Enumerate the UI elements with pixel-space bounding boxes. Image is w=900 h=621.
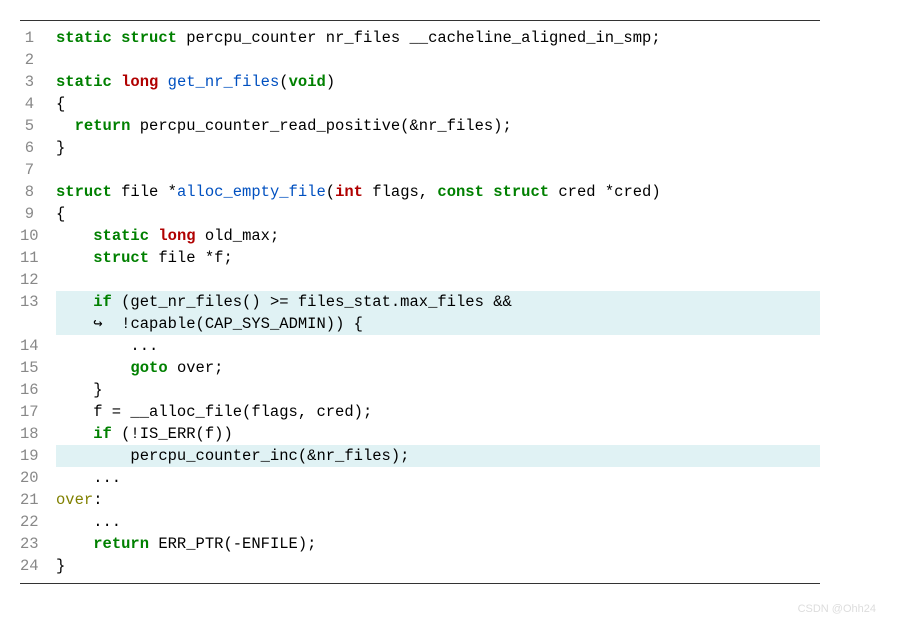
code-line: 5 return percpu_counter_read_positive(&n… [20,115,820,137]
code-content: struct file *f; [56,247,820,269]
line-number: 6 [20,137,56,159]
code-line: 15 goto over; [20,357,820,379]
line-number: 14 [20,335,56,357]
line-number: 23 [20,533,56,555]
line-number [20,313,56,335]
code-line: 18 if (!IS_ERR(f)) [20,423,820,445]
code-listing: 1static struct percpu_counter nr_files _… [20,20,820,584]
code-content: { [56,203,820,225]
code-line: 9{ [20,203,820,225]
code-content: } [56,555,820,577]
code-content: ... [56,511,820,533]
code-line: 12 [20,269,820,291]
code-line: 13 if (get_nr_files() >= files_stat.max_… [20,291,820,313]
line-number: 20 [20,467,56,489]
code-content: static struct percpu_counter nr_files __… [56,27,820,49]
code-content [56,159,820,181]
line-number: 5 [20,115,56,137]
code-content: { [56,93,820,115]
code-line: 22 ... [20,511,820,533]
code-line: 8struct file *alloc_empty_file(int flags… [20,181,820,203]
code-content: ↪ !capable(CAP_SYS_ADMIN)) { [56,313,820,335]
code-line: 16 } [20,379,820,401]
line-number: 2 [20,49,56,71]
code-content: static long get_nr_files(void) [56,71,820,93]
line-number: 10 [20,225,56,247]
line-number: 22 [20,511,56,533]
line-number: 4 [20,93,56,115]
code-line: 17 f = __alloc_file(flags, cred); [20,401,820,423]
code-content: f = __alloc_file(flags, cred); [56,401,820,423]
line-number: 17 [20,401,56,423]
code-content: if (get_nr_files() >= files_stat.max_fil… [56,291,820,313]
line-number: 19 [20,445,56,467]
code-content: } [56,137,820,159]
line-number: 3 [20,71,56,93]
code-content: struct file *alloc_empty_file(int flags,… [56,181,820,203]
line-number: 8 [20,181,56,203]
code-content: return percpu_counter_read_positive(&nr_… [56,115,820,137]
code-line: 6} [20,137,820,159]
code-content: percpu_counter_inc(&nr_files); [56,445,820,467]
line-number: 7 [20,159,56,181]
line-number: 11 [20,247,56,269]
line-number: 24 [20,555,56,577]
code-content: static long old_max; [56,225,820,247]
code-content: } [56,379,820,401]
code-line: 20 ... [20,467,820,489]
code-content: ... [56,467,820,489]
line-number: 16 [20,379,56,401]
line-number: 12 [20,269,56,291]
code-line: 1static struct percpu_counter nr_files _… [20,27,820,49]
line-number: 15 [20,357,56,379]
code-line: 14 ... [20,335,820,357]
line-number: 18 [20,423,56,445]
code-content: if (!IS_ERR(f)) [56,423,820,445]
code-content: over: [56,489,820,511]
line-number: 9 [20,203,56,225]
code-line: 10 static long old_max; [20,225,820,247]
code-line: 3static long get_nr_files(void) [20,71,820,93]
code-content: ... [56,335,820,357]
code-content: goto over; [56,357,820,379]
code-line: 19 percpu_counter_inc(&nr_files); [20,445,820,467]
watermark: CSDN @Ohh24 [798,603,876,615]
line-number: 1 [20,27,56,49]
code-line: 23 return ERR_PTR(-ENFILE); [20,533,820,555]
code-line: 24} [20,555,820,577]
code-content [56,49,820,71]
code-line: ↪ !capable(CAP_SYS_ADMIN)) { [20,313,820,335]
line-number: 21 [20,489,56,511]
code-line: 7 [20,159,820,181]
code-line: 4{ [20,93,820,115]
line-number: 13 [20,291,56,313]
code-content: return ERR_PTR(-ENFILE); [56,533,820,555]
code-line: 2 [20,49,820,71]
code-line: 21over: [20,489,820,511]
code-line: 11 struct file *f; [20,247,820,269]
code-content [56,269,820,291]
